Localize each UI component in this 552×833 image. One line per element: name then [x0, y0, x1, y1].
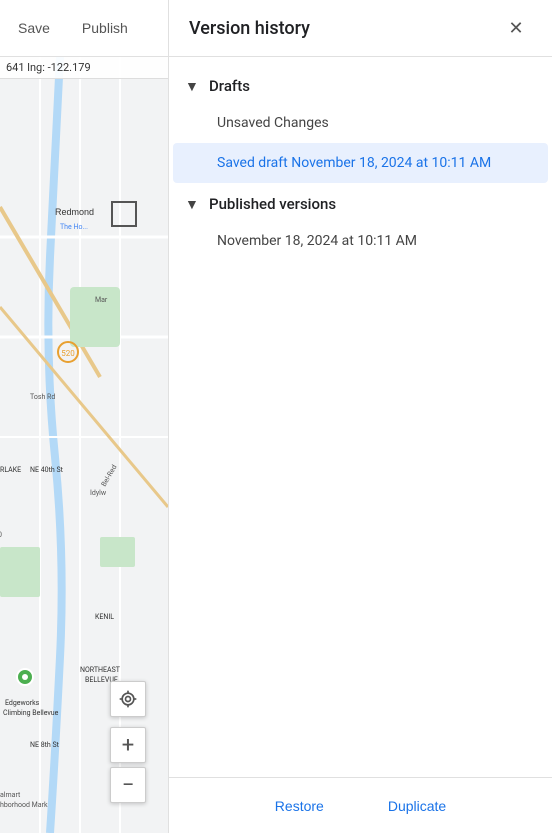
- version-history-panel: Version history ✕ ▼ Drafts Unsaved Chang…: [168, 0, 552, 833]
- svg-text:520: 520: [61, 349, 75, 358]
- svg-text:NORTHEAST: NORTHEAST: [80, 666, 121, 674]
- svg-text:KENIL: KENIL: [95, 613, 114, 621]
- svg-text:NE 40th St: NE 40th St: [30, 466, 64, 474]
- svg-text:Climbing Bellevue: Climbing Bellevue: [3, 709, 59, 717]
- panel-title: Version history: [189, 18, 310, 39]
- svg-text:Mar: Mar: [95, 296, 108, 304]
- drafts-section-header[interactable]: ▼ Drafts: [169, 65, 552, 103]
- svg-text:Idylw: Idylw: [90, 489, 107, 497]
- svg-text:hborhood Mark: hborhood Mark: [0, 801, 48, 809]
- svg-text:0: 0: [0, 531, 2, 539]
- svg-text:The Ho...: The Ho...: [60, 223, 88, 231]
- published-arrow: ▼: [185, 196, 201, 213]
- zoom-in-button[interactable]: +: [110, 727, 146, 763]
- svg-text:Tosh Rd: Tosh Rd: [30, 393, 55, 401]
- unsaved-changes-item[interactable]: Unsaved Changes: [173, 103, 548, 143]
- save-button[interactable]: Save: [10, 16, 58, 40]
- published-section-header[interactable]: ▼ Published versions: [169, 183, 552, 221]
- locate-button[interactable]: [110, 681, 146, 717]
- svg-text:NE 8th St: NE 8th St: [30, 741, 60, 749]
- svg-text:almart: almart: [0, 791, 21, 799]
- svg-text:Edgeworks: Edgeworks: [5, 699, 40, 707]
- map-coordinates: 641 lng: -122.179: [0, 57, 168, 79]
- restore-button[interactable]: Restore: [263, 790, 336, 822]
- saved-draft-item[interactable]: Saved draft November 18, 2024 at 10:11 A…: [173, 143, 548, 183]
- svg-text:Redmond: Redmond: [55, 207, 94, 217]
- panel-header: Version history ✕: [169, 0, 552, 57]
- toolbar: Save Publish: [0, 0, 168, 57]
- map-controls: + −: [110, 681, 146, 803]
- panel-content: ▼ Drafts Unsaved Changes Saved draft Nov…: [169, 57, 552, 777]
- published-version-item[interactable]: November 18, 2024 at 10:11 AM: [173, 221, 548, 261]
- panel-footer: Restore Duplicate: [169, 777, 552, 833]
- close-button[interactable]: ✕: [500, 12, 532, 44]
- drafts-arrow: ▼: [185, 78, 201, 95]
- drafts-section-title: Drafts: [209, 77, 250, 95]
- published-section-title: Published versions: [209, 195, 336, 213]
- publish-button[interactable]: Publish: [74, 16, 136, 40]
- svg-text:RLAKE: RLAKE: [0, 466, 21, 474]
- duplicate-button[interactable]: Duplicate: [376, 790, 458, 822]
- zoom-out-button[interactable]: −: [110, 767, 146, 803]
